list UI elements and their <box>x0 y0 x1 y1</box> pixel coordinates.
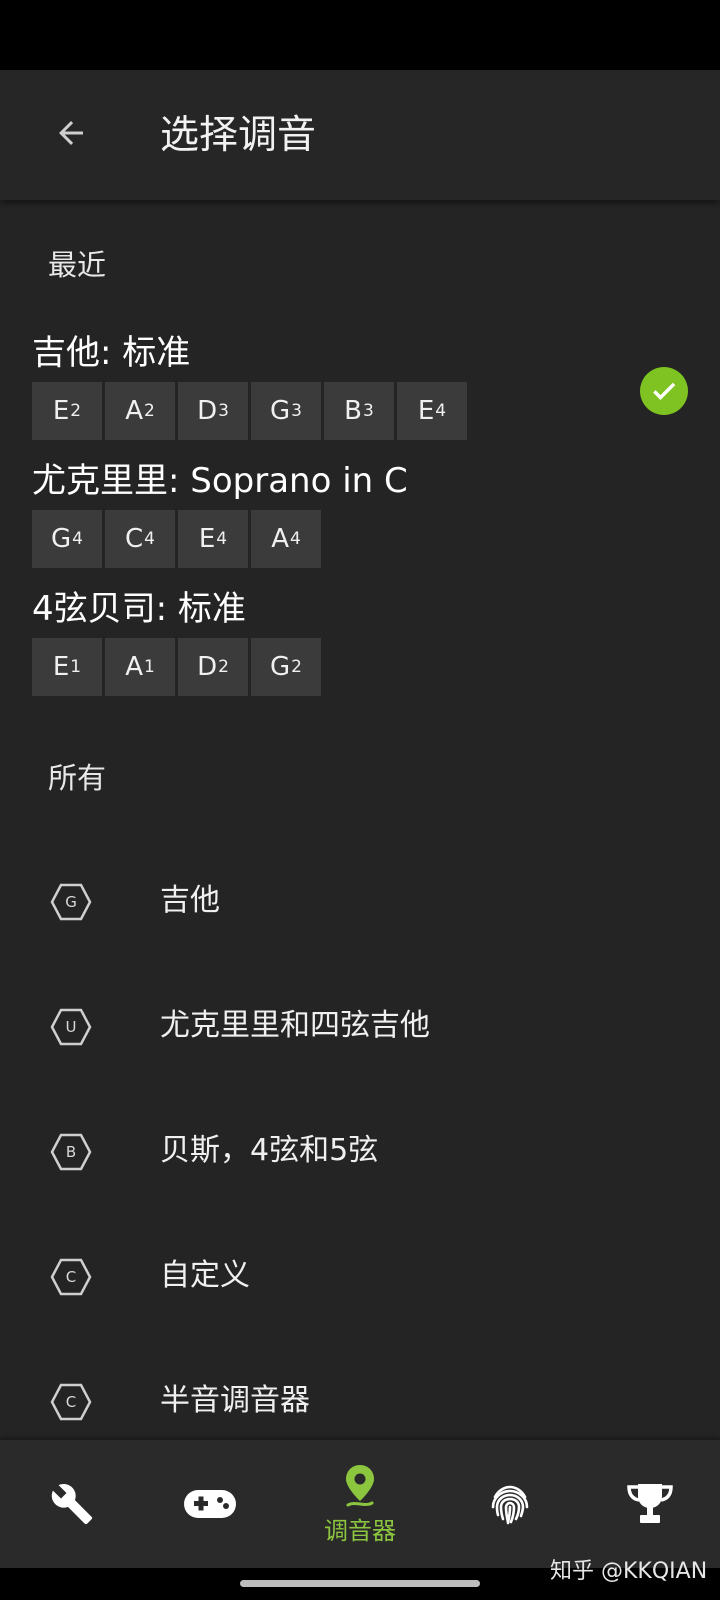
note-tile: G2 <box>251 638 321 696</box>
arrow-back-icon <box>59 121 83 145</box>
nav-item-tuner[interactable]: 调音器 <box>288 1440 432 1568</box>
fingerprint-icon <box>491 1485 529 1525</box>
tuner-pin-icon <box>346 1464 374 1506</box>
nav-item-tools[interactable] <box>0 1440 144 1568</box>
list-item-label: 尤克里里和四弦吉他 <box>160 1008 430 1043</box>
note-tile: E2 <box>32 382 102 440</box>
tuning-title: 4弦贝司: 标准 <box>32 589 246 629</box>
note-tile: G4 <box>32 510 102 568</box>
recent-tuning-ukulele-soprano[interactable]: 尤克里里: Soprano in C G4 C4 E4 A4 <box>32 458 692 568</box>
nav-item-achievements[interactable] <box>578 1440 720 1568</box>
hexagon-badge-icon: C <box>49 1382 93 1422</box>
list-item-custom[interactable]: C 自定义 <box>0 1225 720 1335</box>
section-label-recent: 最近 <box>48 248 107 282</box>
app-bar: 选择调音 <box>0 70 720 200</box>
note-tile: E1 <box>32 638 102 696</box>
gamepad-icon <box>184 1490 236 1518</box>
nav-item-label: 调音器 <box>324 1516 396 1545</box>
list-item-label: 半音调音器 <box>160 1383 310 1418</box>
bottom-navigation: 调音器 <box>0 1440 720 1568</box>
gesture-handle[interactable] <box>240 1580 480 1587</box>
recent-tuning-bass-standard[interactable]: 4弦贝司: 标准 E1 A1 D2 G2 <box>32 586 692 696</box>
selected-check-icon <box>640 367 688 415</box>
nav-item-fingerprint[interactable] <box>438 1440 582 1568</box>
list-item-label: 吉他 <box>160 883 220 918</box>
nav-item-games[interactable] <box>138 1440 282 1568</box>
list-item-ukulele[interactable]: U 尤克里里和四弦吉他 <box>0 975 720 1085</box>
note-tile: E4 <box>178 510 248 568</box>
note-list: G4 C4 E4 A4 <box>32 510 692 568</box>
list-item-bass[interactable]: B 贝斯，4弦和5弦 <box>0 1100 720 1210</box>
wrench-icon <box>51 1484 93 1525</box>
section-label-all: 所有 <box>48 761 107 795</box>
status-bar <box>0 0 720 70</box>
note-tile: C4 <box>105 510 175 568</box>
back-button[interactable] <box>46 108 96 158</box>
tuning-title: 尤克里里: Soprano in C <box>32 461 408 501</box>
note-tile: E4 <box>397 382 467 440</box>
hexagon-badge-icon: G <box>49 882 93 922</box>
note-tile: A2 <box>105 382 175 440</box>
hexagon-badge-icon: B <box>49 1132 93 1172</box>
hexagon-badge-icon: U <box>49 1007 93 1047</box>
hexagon-badge-icon: C <box>49 1257 93 1297</box>
list-item-label: 自定义 <box>160 1258 250 1293</box>
trophy-icon <box>627 1484 673 1523</box>
list-item-guitar[interactable]: G 吉他 <box>0 850 720 960</box>
note-tile: A1 <box>105 638 175 696</box>
note-list: E1 A1 D2 G2 <box>32 638 692 696</box>
tuning-title: 吉他: 标准 <box>32 333 191 373</box>
watermark-text: 知乎 @KKQIAN <box>550 1559 708 1584</box>
note-list: E2 A2 D3 G3 B3 E4 <box>32 382 692 440</box>
recent-tuning-guitar-standard[interactable]: 吉他: 标准 E2 A2 D3 G3 B3 E4 <box>32 330 692 440</box>
list-item-label: 贝斯，4弦和5弦 <box>160 1133 379 1168</box>
note-tile: G3 <box>251 382 321 440</box>
note-tile: D3 <box>178 382 248 440</box>
page-title: 选择调音 <box>160 113 317 158</box>
note-tile: B3 <box>324 382 394 440</box>
note-tile: D2 <box>178 638 248 696</box>
note-tile: A4 <box>251 510 321 568</box>
